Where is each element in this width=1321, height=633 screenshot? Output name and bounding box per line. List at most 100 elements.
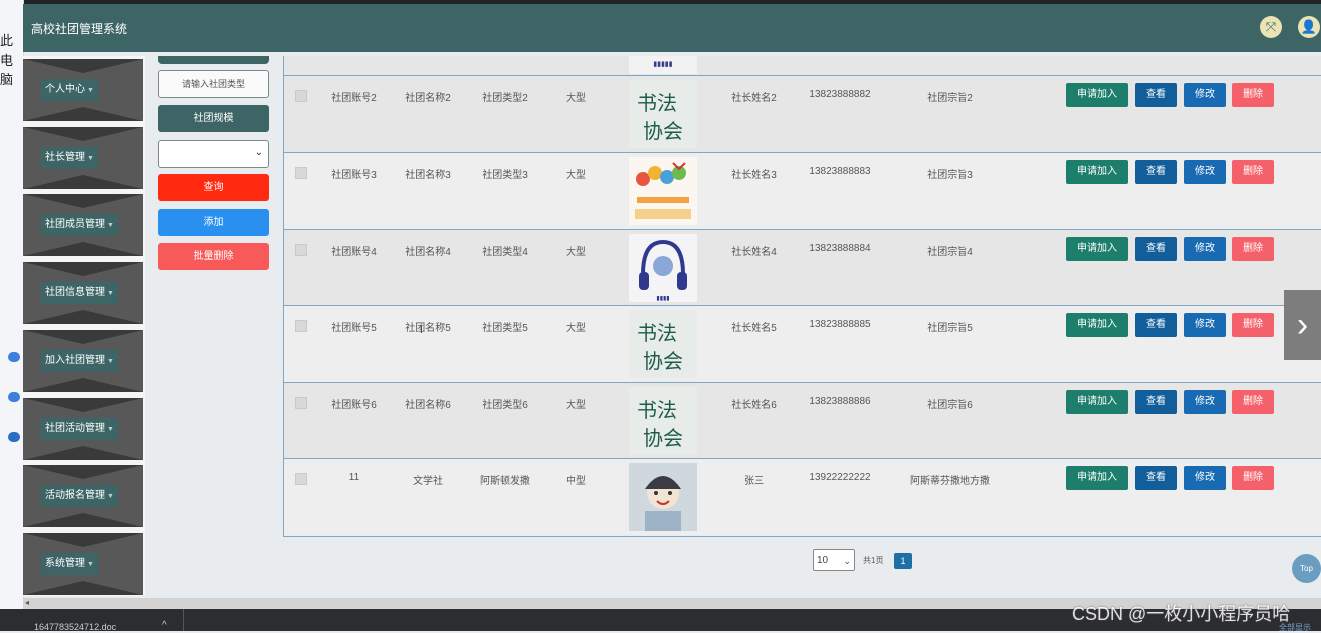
sidebar-item-leader-management[interactable]: 社长管理 ▼ <box>23 127 143 189</box>
cell-scale: 大型 <box>566 93 586 104</box>
view-button[interactable]: 查看 <box>1135 237 1177 261</box>
cell-purpose: 社团宗旨3 <box>927 170 973 181</box>
svg-text:书法: 书法 <box>637 321 677 345</box>
sidebar-item-system-management[interactable]: 系统管理 ▼ <box>23 533 143 595</box>
cell-purpose: 社团宗旨5 <box>927 323 973 334</box>
edit-button[interactable]: 修改 <box>1184 237 1226 261</box>
join-button[interactable]: 申请加入 <box>1066 466 1128 490</box>
join-button[interactable]: 申请加入 <box>1066 83 1128 107</box>
view-button[interactable]: 查看 <box>1135 313 1177 337</box>
edit-button[interactable]: 修改 <box>1184 466 1226 490</box>
view-button[interactable]: 查看 <box>1135 390 1177 414</box>
edit-button[interactable]: 修改 <box>1184 313 1226 337</box>
chevron-down-icon: ⌄ <box>843 556 851 566</box>
club-image: 书法 协会 <box>629 80 697 148</box>
sidebar-item-activity-management[interactable]: 社团活动管理 ▼ <box>23 398 143 460</box>
cell-leader: 社长姓名4 <box>731 247 777 258</box>
view-button[interactable]: 查看 <box>1135 83 1177 107</box>
delete-button[interactable]: 删除 <box>1232 237 1274 261</box>
chevron-up-icon[interactable]: ^ <box>162 620 167 631</box>
club-type-input[interactable]: 请输入社团类型 <box>158 70 269 98</box>
delete-button[interactable]: 删除 <box>1232 466 1274 490</box>
club-image: 书法 协会 <box>629 310 697 378</box>
join-button[interactable]: 申请加入 <box>1066 237 1128 261</box>
sidebar-item-label: 社团成员管理 <box>45 219 105 230</box>
join-button[interactable]: 申请加入 <box>1066 313 1128 337</box>
svg-text:▮▮▮▮▮: ▮▮▮▮▮ <box>653 60 672 68</box>
row-checkbox[interactable] <box>295 473 307 485</box>
add-button[interactable]: 添加 <box>158 209 269 236</box>
delete-button[interactable]: 删除 <box>1232 313 1274 337</box>
row-checkbox[interactable] <box>295 320 307 332</box>
cell-phone: 13823888885 <box>809 319 871 330</box>
cell-name: 文学社 <box>413 476 443 487</box>
cloud-icon <box>8 432 20 442</box>
join-button[interactable]: 申请加入 <box>1066 390 1128 414</box>
back-to-top-button[interactable]: Top <box>1292 554 1321 583</box>
sidebar-item-member-management[interactable]: 社团成员管理 ▼ <box>23 194 143 256</box>
scroll-left-icon: ◂ <box>25 598 30 607</box>
sidebar-item-label: 加入社团管理 <box>45 355 105 366</box>
cell-leader: 社长姓名2 <box>731 93 777 104</box>
club-image <box>629 463 697 531</box>
desktop-left-strip: 此 电脑 <box>0 0 24 631</box>
page-size-select[interactable]: 10 ⌄ <box>813 549 855 571</box>
sidebar-item-club-info-management[interactable]: 社团信息管理 ▼ <box>23 262 143 324</box>
cell-type: 社团类型2 <box>482 93 528 104</box>
cell-scale: 大型 <box>566 170 586 181</box>
sidebar-item-registration-management[interactable]: 活动报名管理 ▼ <box>23 465 143 527</box>
cell-account: 社团账号4 <box>331 247 377 258</box>
cell-type: 社团类型3 <box>482 170 528 181</box>
view-button[interactable]: 查看 <box>1135 160 1177 184</box>
edit-button[interactable]: 修改 <box>1184 83 1226 107</box>
sidebar-item-join-management[interactable]: 加入社团管理 ▼ <box>23 330 143 392</box>
cell-leader: 社长姓名5 <box>731 323 777 334</box>
sidebar-item-personal-center[interactable]: 个人中心 ▼ <box>23 59 143 121</box>
page-count-label: 共1页 <box>863 556 884 565</box>
cell-name: 社团名称5 <box>405 323 451 334</box>
cell-type: 社团类型6 <box>482 400 528 411</box>
page-1-button[interactable]: 1 <box>894 553 912 569</box>
cell-name: 社团名称2 <box>405 93 451 104</box>
row-checkbox[interactable] <box>295 167 307 179</box>
edit-button[interactable]: 修改 <box>1184 160 1226 184</box>
table-row: 社团账号2 社团名称2 社团类型2 大型 社长姓名2 13823888882 社团宗旨2 书法… <box>284 75 1321 152</box>
row-checkbox[interactable] <box>295 397 307 409</box>
cell-purpose: 社团宗旨2 <box>927 93 973 104</box>
svg-text:书法: 书法 <box>637 398 677 422</box>
delete-button[interactable]: 删除 <box>1232 390 1274 414</box>
edit-button[interactable]: 修改 <box>1184 390 1226 414</box>
row-checkbox[interactable] <box>295 244 307 256</box>
join-button[interactable]: 申请加入 <box>1066 160 1128 184</box>
caret-down-icon: ▼ <box>107 290 114 297</box>
caret-down-icon: ▼ <box>107 426 114 433</box>
svg-text:协会: 协会 <box>643 426 683 450</box>
view-button[interactable]: 查看 <box>1135 466 1177 490</box>
user-icon[interactable]: 👤 <box>1298 16 1320 38</box>
delete-button[interactable]: 删除 <box>1232 83 1274 107</box>
cell-purpose: 社团宗旨6 <box>927 400 973 411</box>
cell-phone: 13823888882 <box>809 89 871 100</box>
row-checkbox[interactable] <box>295 90 307 102</box>
desktop-label-computer: 电脑 <box>0 54 14 88</box>
svg-text:协会: 协会 <box>643 119 683 143</box>
club-scale-select[interactable]: ⌄ <box>158 140 269 168</box>
club-image: 书法协会 <box>629 387 697 455</box>
batch-delete-button[interactable]: 批量删除 <box>158 243 269 270</box>
app-title: 高校社团管理系统 <box>31 22 128 36</box>
cell-account: 社团账号6 <box>331 400 377 411</box>
table-row: 社团账号3 社团名称3 社团类型3 大型 社长姓名3 13823888883 社团宗旨3 申请… <box>284 152 1321 229</box>
caret-down-icon: ▼ <box>107 493 114 500</box>
table-row: ▮▮▮▮▮ <box>284 56 1321 76</box>
table-row: 社团账号4 社团名称4 社团类型4 大型 社长姓名4 13823888884 社团宗旨4 ▮▮… <box>284 229 1321 306</box>
cell-account: 社团账号3 <box>331 170 377 181</box>
chevron-down-icon: ⌄ <box>254 147 263 158</box>
query-button[interactable]: 查询 <box>158 174 269 201</box>
table-row: 社团账号6 社团名称6 社团类型6 大型 社长姓名6 13823888886 社团宗旨6 书法… <box>284 382 1321 459</box>
club-image <box>629 157 697 225</box>
table-row: 社团账号5 社团名称5 社团类型5 大型 社长姓名5 13823888885 社团宗旨5 书法… <box>284 305 1321 382</box>
next-arrow-button[interactable]: › <box>1284 290 1321 360</box>
delete-button[interactable]: 删除 <box>1232 160 1274 184</box>
cell-scale: 大型 <box>566 323 586 334</box>
fullscreen-icon[interactable]: ⤧ <box>1260 16 1282 38</box>
